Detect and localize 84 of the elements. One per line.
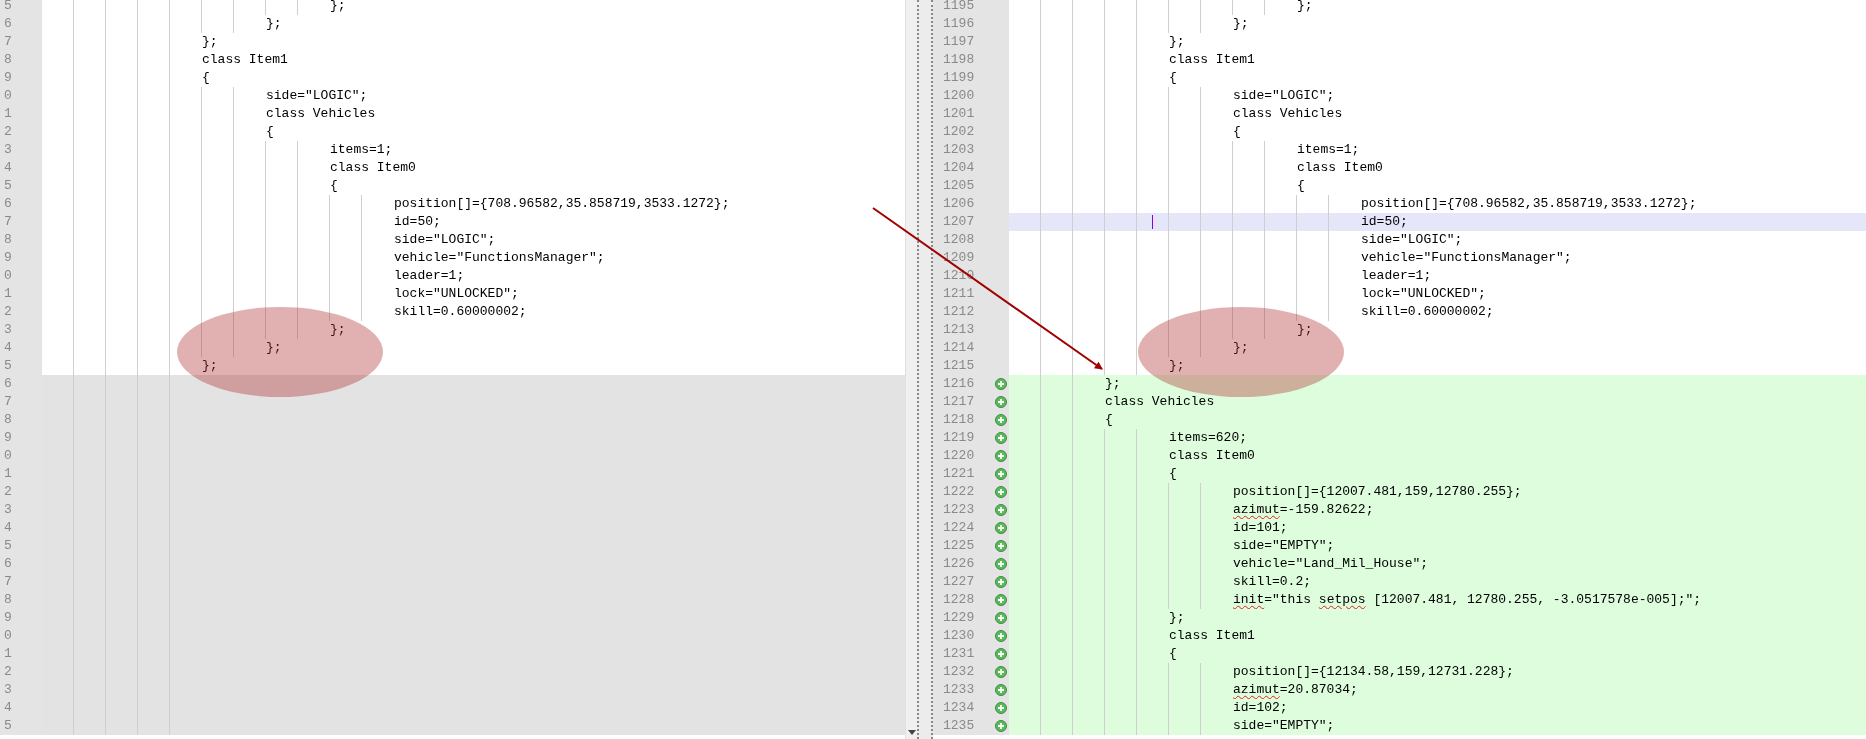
line-number: 1227 bbox=[933, 573, 993, 591]
line-number: 9 bbox=[0, 249, 42, 267]
line-number: 1220 bbox=[933, 447, 993, 465]
line-number: 8 bbox=[0, 231, 42, 249]
line-number: 5 bbox=[0, 0, 42, 15]
line-number: 1218 bbox=[933, 411, 993, 429]
line-number: 0 bbox=[0, 447, 42, 465]
line-number: 1225 bbox=[933, 537, 993, 555]
line-number: 8 bbox=[0, 51, 42, 69]
line-number: 1217 bbox=[933, 393, 993, 411]
line-number: 7 bbox=[0, 213, 42, 231]
line-number: 1221 bbox=[933, 465, 993, 483]
line-number: 1 bbox=[0, 465, 42, 483]
line-number: 0 bbox=[0, 267, 42, 285]
line-number: 7 bbox=[0, 573, 42, 591]
line-number: 1235 bbox=[933, 717, 993, 735]
line-number: 7 bbox=[0, 33, 42, 51]
line-number: 1 bbox=[0, 105, 42, 123]
line-number: 8 bbox=[0, 411, 42, 429]
line-number: 1230 bbox=[933, 627, 993, 645]
line-number: 1229 bbox=[933, 609, 993, 627]
line-number: 1196 bbox=[933, 15, 993, 33]
line-number: 1222 bbox=[933, 483, 993, 501]
line-number: 1228 bbox=[933, 591, 993, 609]
line-number: 0 bbox=[0, 627, 42, 645]
line-number: 6 bbox=[0, 195, 42, 213]
line-number: 5 bbox=[0, 717, 42, 735]
line-number: 4 bbox=[0, 159, 42, 177]
line-number: 1223 bbox=[933, 501, 993, 519]
line-number: 3 bbox=[0, 321, 42, 339]
line-number: 1207 bbox=[933, 213, 993, 231]
line-number: 1 bbox=[0, 645, 42, 663]
line-number: 2 bbox=[0, 123, 42, 141]
line-number: 1198 bbox=[933, 51, 993, 69]
scrollbar[interactable] bbox=[905, 0, 917, 739]
line-number: 3 bbox=[0, 681, 42, 699]
line-number: 1197 bbox=[933, 33, 993, 51]
line-number: 6 bbox=[0, 375, 42, 393]
line-number: 4 bbox=[0, 339, 42, 357]
line-number: 1 bbox=[0, 285, 42, 303]
line-number: 1195 bbox=[933, 0, 993, 15]
line-number: 1208 bbox=[933, 231, 993, 249]
line-number: 1216 bbox=[933, 375, 993, 393]
line-number: 1224 bbox=[933, 519, 993, 537]
line-number: 4 bbox=[0, 699, 42, 717]
line-number: 1214 bbox=[933, 339, 993, 357]
line-number: 1203 bbox=[933, 141, 993, 159]
line-number: 3 bbox=[0, 141, 42, 159]
line-number: 1200 bbox=[933, 87, 993, 105]
line-number: 1205 bbox=[933, 177, 993, 195]
line-number: 1219 bbox=[933, 429, 993, 447]
line-number: 9 bbox=[0, 429, 42, 447]
line-number: 4 bbox=[0, 519, 42, 537]
line-number: 1234 bbox=[933, 699, 993, 717]
line-number: 1201 bbox=[933, 105, 993, 123]
caret-down-icon[interactable] bbox=[907, 730, 916, 735]
line-number: 9 bbox=[0, 609, 42, 627]
line-number: 1233 bbox=[933, 681, 993, 699]
line-number: 0 bbox=[0, 87, 42, 105]
line-number: 1226 bbox=[933, 555, 993, 573]
line-number: 1204 bbox=[933, 159, 993, 177]
line-number: 9 bbox=[0, 69, 42, 87]
line-number: 7 bbox=[0, 393, 42, 411]
line-number: 5 bbox=[0, 357, 42, 375]
line-number: 1232 bbox=[933, 663, 993, 681]
line-number: 1231 bbox=[933, 645, 993, 663]
line-number: 1212 bbox=[933, 303, 993, 321]
line-number: 1206 bbox=[933, 195, 993, 213]
line-number: 6 bbox=[0, 555, 42, 573]
line-number: 1215 bbox=[933, 357, 993, 375]
line-number: 1199 bbox=[933, 69, 993, 87]
line-number: 5 bbox=[0, 537, 42, 555]
line-number: 1209 bbox=[933, 249, 993, 267]
line-number: 5 bbox=[0, 177, 42, 195]
line-number: 2 bbox=[0, 483, 42, 501]
line-number: 1202 bbox=[933, 123, 993, 141]
line-number: 2 bbox=[0, 663, 42, 681]
line-number: 3 bbox=[0, 501, 42, 519]
line-number: 6 bbox=[0, 15, 42, 33]
text-cursor bbox=[1152, 215, 1153, 229]
line-number: 2 bbox=[0, 303, 42, 321]
line-number: 1213 bbox=[933, 321, 993, 339]
line-number: 8 bbox=[0, 591, 42, 609]
line-number: 1211 bbox=[933, 285, 993, 303]
